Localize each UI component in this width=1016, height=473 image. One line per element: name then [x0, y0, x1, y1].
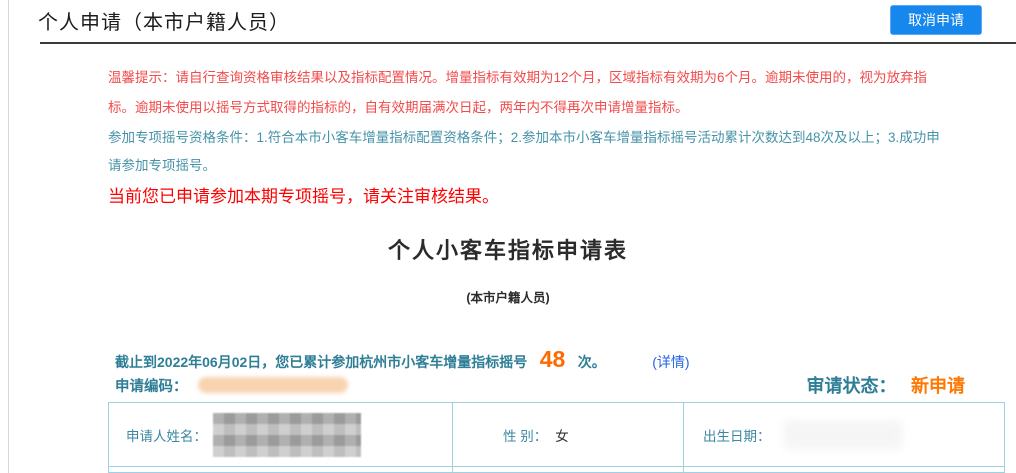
gender-value: 女 — [555, 428, 569, 444]
details-link[interactable]: (详情) — [652, 354, 689, 370]
form-subtitle: (本市户籍人员) — [466, 291, 550, 305]
form-title: 个人小客车指标申请表 — [387, 238, 628, 263]
personal-application-page: 个人申请（本市户籍人员） 取消申请 温馨提示：请自行查询资格审核结果以及指标配置… — [0, 0, 1016, 473]
birth-date-redacted-blur — [782, 419, 903, 450]
stats-suffix: 次。 — [577, 354, 606, 370]
page-title: 个人申请（本市户籍人员） — [38, 12, 290, 34]
birth-date-label: 出生日期： — [703, 428, 771, 444]
applicant-name-redacted-mosaic — [213, 412, 361, 457]
current-status-alert-text: 当前您已申请参加本期专项摇号，请关注审核结果。 — [108, 187, 499, 206]
application-code-redacted-blur — [197, 377, 348, 393]
warning-notice-text: 温馨提示：请自行查询资格审核结果以及指标配置情况。增量指标有效期为12个月，区域… — [108, 70, 928, 115]
table-row-partial — [109, 467, 1004, 473]
application-code-row: 申请编码： 审请状态： 新申请 — [115, 372, 965, 398]
lottery-stats-line: 截止到2022年06月02日，您已累计参加杭州市小客车增量指标摇号 48 次。 … — [115, 346, 690, 373]
cancel-application-button[interactable]: 取消申请 — [890, 5, 982, 35]
review-status-value: 新申请 — [911, 376, 965, 396]
stats-prefix: 截止到2022年06月02日，您已累计参加杭州市小客车增量指标摇号 — [115, 354, 528, 370]
birth-date-cell: 出生日期： — [684, 403, 1004, 466]
applicant-name-label: 申请人姓名： — [126, 428, 207, 444]
application-code-label: 申请编码： — [115, 378, 188, 395]
table-row: 申请人姓名： 性 别： 女 出生日期： — [109, 403, 1004, 467]
review-status-group: 审请状态： 新申请 — [807, 372, 965, 398]
header-divider — [40, 42, 1016, 44]
lottery-count: 48 — [539, 346, 566, 372]
applicant-name-cell: 申请人姓名： — [109, 403, 453, 466]
review-status-label: 审请状态： — [806, 376, 897, 396]
notice-block: 温馨提示：请自行查询资格审核结果以及指标配置情况。增量指标有效期为12个月，区域… — [108, 63, 940, 210]
application-form-table: 申请人姓名： 性 别： 女 出生日期： — [108, 402, 1005, 473]
application-code-group: 申请编码： — [115, 375, 348, 396]
gender-label: 性 别： — [503, 428, 548, 444]
gender-cell: 性 别： 女 — [453, 403, 684, 466]
lottery-conditions-text: 参加专项摇号资格条件：1.符合本市小客车增量指标配置资格条件；2.参加本市小客车… — [108, 130, 940, 173]
